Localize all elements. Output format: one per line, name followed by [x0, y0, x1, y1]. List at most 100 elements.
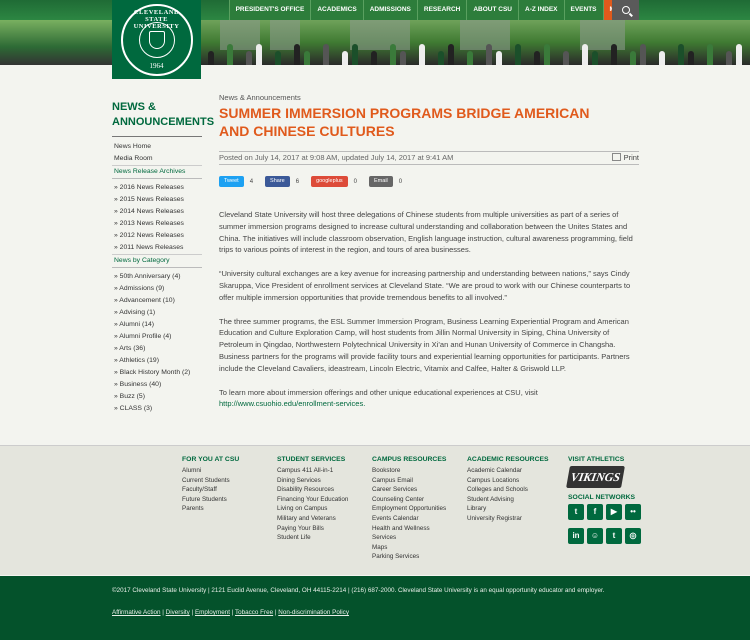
crowd-person — [419, 44, 425, 65]
nav-about-csu[interactable]: ABOUT CSU — [466, 0, 518, 20]
breadcrumb[interactable]: News & Announcements — [219, 93, 639, 102]
search-button[interactable] — [612, 0, 639, 20]
crowd-person — [486, 44, 492, 65]
sidebar-item-media-room[interactable]: Media Room — [112, 153, 202, 165]
footer-link[interactable]: Academic Calendar — [467, 466, 549, 476]
footer-link[interactable]: Paying Your Bills — [277, 524, 348, 534]
category-link[interactable]: » Advancement (10) — [112, 295, 202, 307]
crowd-person — [707, 44, 713, 65]
flickr-icon[interactable]: •• — [625, 504, 641, 520]
legal-link-affirmative-action[interactable]: Affirmative Action — [112, 609, 161, 616]
seal-year: 1964 — [149, 61, 164, 70]
footer-link[interactable]: Career Services — [372, 485, 446, 495]
archive-link[interactable]: » 2013 News Releases — [112, 218, 202, 230]
footer-link[interactable]: Events Calendar — [372, 514, 446, 524]
footer-link[interactable]: Campus 411 All-in-1 — [277, 466, 348, 476]
share-bar: Tweet 4 Share 6 googleplus 0 Email 0 — [219, 176, 408, 187]
share-email-button[interactable]: Email — [369, 176, 393, 187]
share-tweet-button[interactable]: Tweet — [219, 176, 244, 187]
nav-research[interactable]: RESEARCH — [416, 0, 466, 20]
enrollment-link[interactable]: http://www.csuohio.edu/enrollment-servic… — [219, 399, 365, 408]
footer-link[interactable]: Student Life — [277, 533, 348, 543]
footer-link[interactable]: Services — [372, 533, 446, 543]
nav-events[interactable]: EVENTS — [563, 0, 603, 20]
share-count: 0 — [353, 178, 358, 185]
crowd-person — [534, 51, 540, 65]
share-googleplus-button[interactable]: googleplus — [311, 176, 348, 187]
footer-link[interactable]: Disability Resources — [277, 485, 348, 495]
print-icon — [611, 153, 621, 161]
athletics-heading: VISIT ATHLETICS — [568, 456, 625, 463]
category-link[interactable]: » CLASS (3) — [112, 403, 202, 415]
snapchat-icon[interactable]: ☺ — [587, 528, 603, 544]
legal-link-non-discrimination-policy[interactable]: Non-discrimination Policy — [278, 609, 349, 616]
sidebar-item-news-home[interactable]: News Home — [112, 141, 202, 153]
archive-link[interactable]: » 2016 News Releases — [112, 182, 202, 194]
archive-link[interactable]: » 2012 News Releases — [112, 230, 202, 242]
category-link[interactable]: » Advising (1) — [112, 307, 202, 319]
footer-link[interactable]: Employment Opportunities — [372, 504, 446, 514]
youtube-icon[interactable]: ▶ — [606, 504, 622, 520]
footer-link[interactable]: Dining Services — [277, 476, 348, 486]
vikings-logo[interactable]: VIKINGS — [566, 466, 625, 488]
linkedin-icon[interactable]: in — [568, 528, 584, 544]
archives-heading[interactable]: News Release Archives — [112, 165, 202, 179]
twitter-icon[interactable]: t — [568, 504, 584, 520]
footer-link[interactable]: Living on Campus — [277, 504, 348, 514]
archive-link[interactable]: » 2014 News Releases — [112, 206, 202, 218]
footer-heading: CAMPUS RESOURCES — [372, 456, 447, 463]
footer-link[interactable]: Health and Wellness — [372, 524, 446, 534]
crowd-person — [390, 44, 396, 65]
footer-link[interactable]: Alumni — [182, 466, 239, 476]
footer-link[interactable]: Parents — [182, 504, 239, 514]
legal-link-employment[interactable]: Employment — [195, 609, 230, 616]
footer-link[interactable]: Military and Veterans — [277, 514, 348, 524]
category-link[interactable]: » Buzz (5) — [112, 391, 202, 403]
print-button[interactable]: Print — [611, 152, 639, 164]
crowd-person — [563, 51, 569, 65]
nav-admissions[interactable]: ADMISSIONS — [362, 0, 417, 20]
tumblr-icon[interactable]: t — [606, 528, 622, 544]
footer-link[interactable]: Bookstore — [372, 466, 446, 476]
footer-link[interactable]: Library — [467, 504, 549, 514]
footer-link[interactable]: Colleges and Schools — [467, 485, 549, 495]
crowd-person — [592, 51, 598, 65]
footer-link[interactable]: Campus Locations — [467, 476, 549, 486]
footer-link[interactable]: Parking Services — [372, 552, 446, 562]
category-link[interactable]: » Alumni (14) — [112, 319, 202, 331]
crowd-person — [438, 51, 444, 65]
footer-link[interactable]: Future Students — [182, 495, 239, 505]
category-link[interactable]: » Arts (36) — [112, 343, 202, 355]
archive-link[interactable]: » 2015 News Releases — [112, 194, 202, 206]
footer-link[interactable]: Current Students — [182, 476, 239, 486]
copyright: ©2017 Cleveland State University | 2121 … — [112, 587, 605, 594]
footer-link[interactable]: University Registrar — [467, 514, 549, 524]
background-building — [350, 20, 410, 50]
share-share-button[interactable]: Share — [265, 176, 290, 187]
footer-link[interactable]: Maps — [372, 543, 446, 553]
category-link[interactable]: » Athletics (19) — [112, 355, 202, 367]
social-row: t f ▶ •• — [568, 504, 642, 520]
category-link[interactable]: » Admissions (9) — [112, 283, 202, 295]
footer-link[interactable]: Counseling Center — [372, 495, 446, 505]
category-heading[interactable]: News by Category — [112, 254, 202, 268]
footer-link[interactable]: Campus Email — [372, 476, 446, 486]
category-link[interactable]: » Black History Month (2) — [112, 367, 202, 379]
crowd-person — [544, 44, 550, 65]
nav-academics[interactable]: ACADEMICS — [310, 0, 362, 20]
crowd-person — [678, 44, 684, 65]
facebook-icon[interactable]: f — [587, 504, 603, 520]
footer-link[interactable]: Financing Your Education — [277, 495, 348, 505]
footer-link[interactable]: Faculty/Staff — [182, 485, 239, 495]
nav-president-s-office[interactable]: PRESIDENT'S OFFICE — [228, 0, 311, 20]
category-link[interactable]: » Alumni Profile (4) — [112, 331, 202, 343]
university-logo[interactable]: CLEVELAND STATE UNIVERSITY 1964 — [112, 0, 201, 79]
nav-a-z-index[interactable]: A-Z INDEX — [518, 0, 564, 20]
legal-link-tobacco-free[interactable]: Tobacco Free — [235, 609, 273, 616]
footer-link[interactable]: Student Advising — [467, 495, 549, 505]
instagram-icon[interactable]: ◎ — [625, 528, 641, 544]
category-link[interactable]: » Business (40) — [112, 379, 202, 391]
legal-link-diversity[interactable]: Diversity — [166, 609, 190, 616]
category-link[interactable]: » 50th Anniversary (4) — [112, 271, 202, 283]
archive-link[interactable]: » 2011 News Releases — [112, 242, 202, 254]
